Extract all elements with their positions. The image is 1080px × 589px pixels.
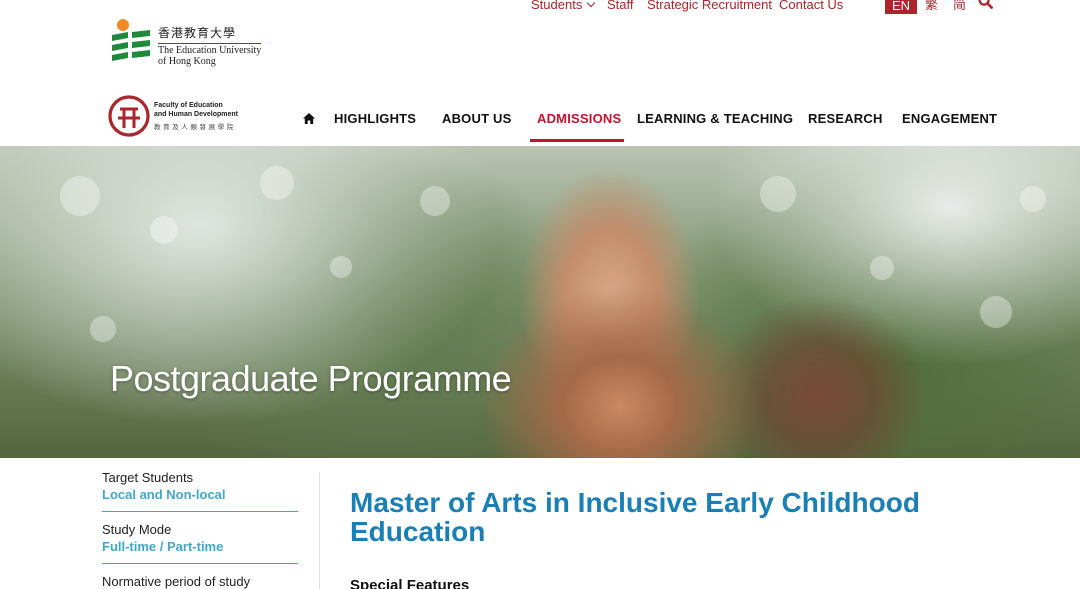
bokeh-light <box>870 256 894 280</box>
bokeh-light <box>260 166 294 200</box>
students-label: Students <box>531 0 583 12</box>
bokeh-light <box>760 176 796 212</box>
chevron-down-icon <box>587 0 596 8</box>
eduhk-emblem-icon <box>112 19 150 61</box>
sidebar-item-label: Target Students <box>102 470 194 485</box>
students-menu[interactable]: Students <box>531 0 596 14</box>
nav-admissions[interactable]: ADMISSIONS <box>537 111 621 126</box>
hero-banner: Postgraduate Programme <box>0 146 1080 458</box>
university-name-en-line2: of Hong Kong <box>158 56 216 67</box>
sidebar-item-target-students: Target Students Local and Non-local <box>102 470 298 512</box>
sidebar-item-label: Study Mode <box>102 522 172 537</box>
university-name: 香港教育大學 The Education University of Hong … <box>158 26 262 67</box>
bokeh-light <box>330 256 352 278</box>
bokeh-light <box>150 216 178 244</box>
lang-tc-button[interactable]: 繁 <box>925 0 938 14</box>
sidebar-item-normative-period: Normative period of study <box>102 574 298 589</box>
nav-engagement[interactable]: ENGAGEMENT <box>902 111 997 126</box>
nav-highlights[interactable]: HIGHLIGHTS <box>334 111 416 126</box>
university-logo[interactable]: 香港教育大學 The Education University of Hong … <box>110 18 280 70</box>
nav-learning-teaching[interactable]: LEARNING & TEACHING <box>637 111 793 126</box>
home-icon[interactable] <box>303 113 315 124</box>
programme-title: Master of Arts in Inclusive Early Childh… <box>350 487 920 547</box>
bokeh-light <box>60 176 100 216</box>
sidebar-item-value: Full-time / Part-time <box>102 539 224 554</box>
search-icon[interactable] <box>978 0 993 9</box>
university-name-en-line1: The Education University <box>158 45 262 56</box>
programme-sidebar: Target Students Local and Non-local Stud… <box>102 470 298 589</box>
contact-us-link[interactable]: Contact Us <box>779 0 843 14</box>
lang-sc-button[interactable]: 简 <box>953 0 966 14</box>
bokeh-light <box>420 186 450 216</box>
section-heading: Special Features <box>350 577 470 589</box>
main-nav: HIGHLIGHTS ABOUT US ADMISSIONS LEARNING … <box>0 105 1080 145</box>
column-divider <box>319 472 320 589</box>
strategic-recruitment-link[interactable]: Strategic Recruitment <box>647 0 772 14</box>
sidebar-item-label: Normative period of study <box>102 574 251 589</box>
sidebar-item-value: Local and Non-local <box>102 487 226 502</box>
utility-nav: Students Staff Strategic Recruitment Con… <box>0 0 1080 18</box>
hero-title: Postgraduate Programme <box>110 358 512 399</box>
bokeh-light <box>980 296 1012 328</box>
lang-en-button[interactable]: EN <box>885 0 917 14</box>
university-name-en: The Education University of Hong Kong <box>158 43 262 67</box>
nav-about-us[interactable]: ABOUT US <box>442 111 512 126</box>
nav-research[interactable]: RESEARCH <box>808 111 883 126</box>
sidebar-item-study-mode: Study Mode Full-time / Part-time <box>102 522 298 564</box>
bokeh-light <box>1020 186 1046 212</box>
staff-link[interactable]: Staff <box>607 0 634 14</box>
bokeh-light <box>90 316 116 342</box>
active-nav-indicator <box>530 139 624 142</box>
university-name-zh: 香港教育大學 <box>158 26 237 40</box>
